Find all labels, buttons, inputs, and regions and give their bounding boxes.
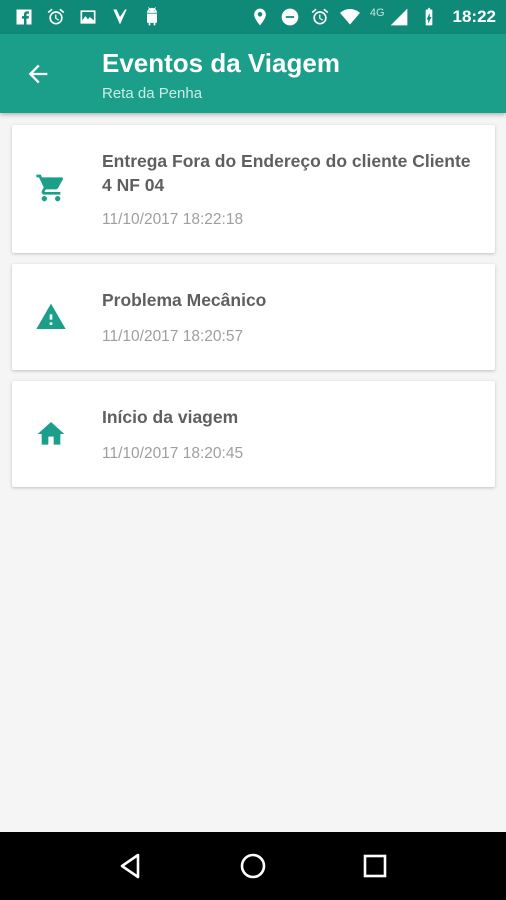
event-timestamp: 11/10/2017 18:22:18 [102, 211, 244, 228]
circle-home-icon [240, 853, 266, 879]
image-icon [78, 7, 98, 27]
event-card[interactable]: Entrega Fora do Endereço do cliente Clie… [12, 125, 495, 253]
warning-icon [34, 300, 68, 334]
status-left [14, 7, 162, 27]
alarm-icon [46, 7, 66, 27]
back-button[interactable] [20, 56, 56, 92]
status-bar: 4G 18:22 [0, 0, 506, 34]
navigation-bar [0, 832, 506, 900]
page-title: Eventos da Viagem [102, 48, 340, 78]
event-list: Entrega Fora do Endereço do cliente Clie… [12, 125, 495, 498]
event-card[interactable]: Início da viagem 11/10/2017 18:20:45 [12, 381, 495, 487]
event-card[interactable]: Problema Mecânico 11/10/2017 18:20:57 [12, 264, 495, 370]
android-icon [142, 7, 162, 27]
nav-back-button[interactable] [111, 846, 151, 886]
triangle-back-icon [120, 853, 140, 879]
event-timestamp: 11/10/2017 18:20:57 [102, 328, 244, 345]
nav-home-button[interactable] [233, 846, 273, 886]
do-not-disturb-icon [280, 7, 300, 27]
cell-signal-icon [389, 7, 409, 27]
shopping-cart-icon [34, 171, 68, 205]
event-title: Início da viagem [102, 407, 239, 427]
home-icon [34, 417, 68, 451]
app-bar: Eventos da Viagem Reta da Penha [0, 34, 506, 113]
location-icon [250, 7, 270, 27]
status-right: 4G 18:22 [250, 7, 496, 27]
network-type-label: 4G [369, 7, 385, 19]
alarm-icon [310, 7, 330, 27]
square-recents-icon [363, 854, 387, 878]
page-subtitle: Reta da Penha [102, 85, 203, 102]
arrow-back-icon [28, 64, 48, 84]
event-title: Entrega Fora do Endereço do cliente Clie… [102, 151, 471, 195]
event-timestamp: 11/10/2017 18:20:45 [102, 445, 244, 462]
battery-charging-icon [419, 7, 439, 27]
app-notification-icon [110, 7, 130, 27]
status-time: 18:22 [452, 7, 496, 26]
wifi-icon [339, 7, 360, 27]
facebook-icon [14, 7, 34, 27]
nav-recents-button[interactable] [355, 846, 395, 886]
event-title: Problema Mecânico [102, 290, 267, 310]
